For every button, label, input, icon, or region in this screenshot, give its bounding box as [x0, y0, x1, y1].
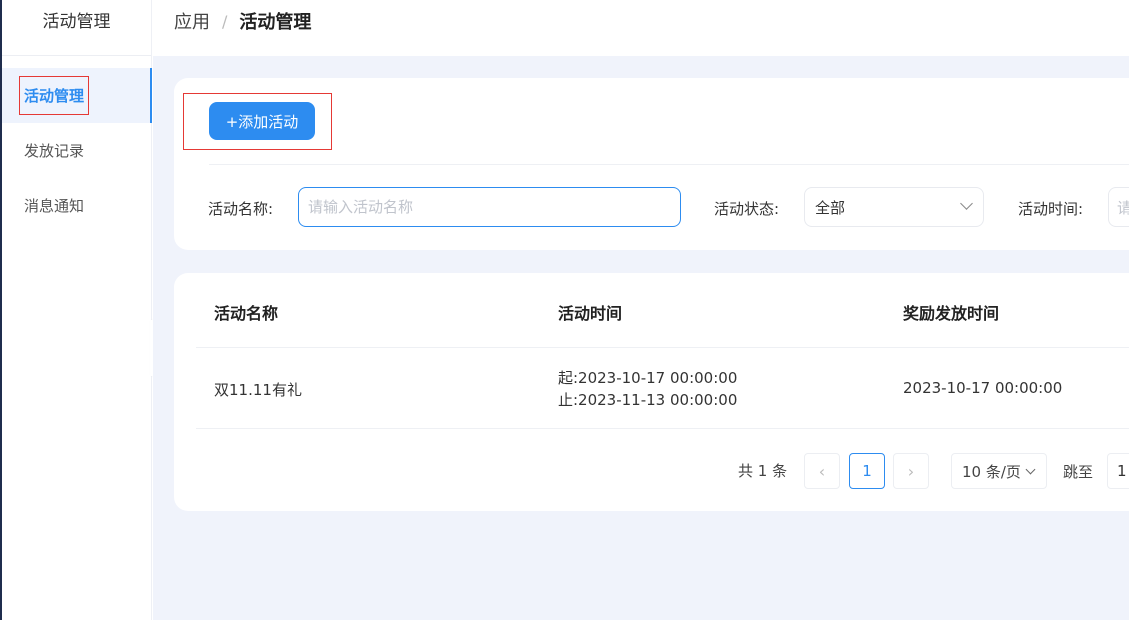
sidebar-nav: 活动管理 发放记录 消息通知 [2, 68, 152, 233]
filter-card: +添加活动 活动名称: 活动状态: 全部 活动时间: 请 [174, 78, 1129, 250]
chevron-left-icon: ‹ [818, 461, 826, 481]
column-header-reward-time: 奖励发放时间 [903, 304, 1000, 323]
page-size-select[interactable]: 10 条/页 [951, 453, 1047, 489]
sidebar-item-distribution-records[interactable]: 发放记录 [2, 123, 151, 178]
chevron-down-icon [1025, 464, 1036, 475]
main-content: +添加活动 活动名称: 活动状态: 全部 活动时间: 请 活动名称 活动时间 奖… [153, 56, 1129, 620]
pagination-total: 共 1 条 [738, 462, 788, 480]
activity-status-select[interactable]: 全部 [804, 187, 984, 227]
activity-time-label: 活动时间: [1018, 200, 1084, 218]
cell-activity-name: 双11.11有礼 [214, 381, 302, 399]
table-card: 活动名称 活动时间 奖励发放时间 双11.11有礼 起:2023-10-17 0… [174, 273, 1129, 511]
activity-name-input[interactable] [298, 187, 681, 227]
sidebar-item-activity-management[interactable]: 活动管理 [2, 68, 152, 123]
sidebar-item-label: 消息通知 [24, 197, 85, 215]
page-size-value: 10 条/页 [962, 462, 1021, 481]
prev-page-button[interactable]: ‹ [804, 453, 840, 489]
page-title: 活动管理 [239, 12, 312, 33]
activity-name-label: 活动名称: [208, 200, 274, 218]
sidebar-item-message-notifications[interactable]: 消息通知 [2, 178, 151, 233]
chevron-right-icon: › [907, 461, 915, 481]
column-header-name: 活动名称 [214, 304, 279, 323]
next-page-button[interactable]: › [893, 453, 929, 489]
jump-label: 跳至 [1063, 463, 1094, 481]
breadcrumb: 应用 / 活动管理 [153, 0, 1129, 56]
breadcrumb-root[interactable]: 应用 [174, 8, 210, 34]
sidebar: 活动管理 活动管理 发放记录 消息通知 [0, 0, 152, 620]
sidebar-title: 活动管理 [2, 0, 151, 56]
column-header-time: 活动时间 [558, 304, 623, 323]
jump-page-input[interactable]: 1 [1107, 453, 1129, 489]
cell-reward-time: 2023-10-17 00:00:00 [903, 379, 1063, 397]
cell-start-time: 起:2023-10-17 00:00:00 [558, 369, 738, 387]
sidebar-item-label: 活动管理 [18, 76, 90, 115]
filter-row: 活动名称: 活动状态: 全部 活动时间: 请 [174, 187, 1129, 227]
pagination: 共 1 条 ‹ 1 › 10 条/页 跳至 1 [174, 453, 1129, 489]
activity-time-picker[interactable]: 请 [1108, 187, 1129, 227]
table-header: 活动名称 活动时间 奖励发放时间 [196, 273, 1129, 348]
divider [209, 164, 1129, 165]
activity-time-placeholder: 请 [1117, 197, 1129, 218]
activity-status-label: 活动状态: [714, 200, 780, 218]
table-row: 双11.11有礼 起:2023-10-17 00:00:00 止:2023-11… [196, 348, 1129, 429]
cell-end-time: 止:2023-11-13 00:00:00 [558, 391, 738, 409]
breadcrumb-separator: / [222, 11, 228, 31]
chevron-down-icon [960, 197, 973, 210]
sidebar-item-label: 发放记录 [24, 142, 85, 160]
add-activity-button[interactable]: +添加活动 [209, 102, 315, 140]
activity-status-value: 全部 [815, 198, 846, 217]
page-number-button[interactable]: 1 [849, 453, 885, 489]
